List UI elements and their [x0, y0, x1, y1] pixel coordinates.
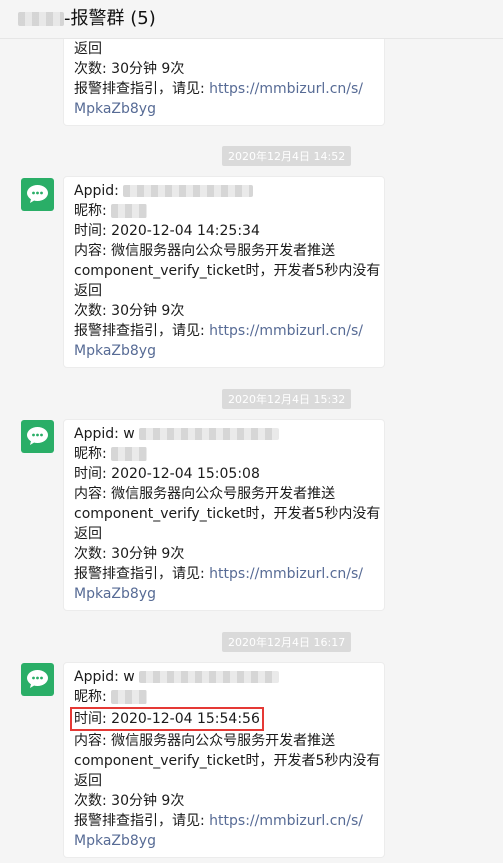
- content-line: 内容: 微信服务器向公众号服务开发者推送: [74, 486, 336, 502]
- content-line: component_verify_ticket时，开发者5秒内没有: [74, 753, 381, 769]
- message-bubble-partial[interactable]: 返回 次数: 30分钟 9次 报警排查指引，请见: https://mmbizu…: [63, 34, 385, 126]
- content-line: 返回: [74, 526, 102, 542]
- guide-link[interactable]: https://mmbizurl.cn/s/: [209, 566, 363, 582]
- wechat-logo-icon: [27, 185, 48, 203]
- guide-link-cont[interactable]: MpkaZb8yg: [74, 833, 156, 849]
- timestamp-badge: 2020年12月4日 14:52: [222, 146, 352, 166]
- appid-line: Appid: w: [74, 667, 378, 687]
- time-line: 时间: 2020-12-04 14:25:34: [74, 223, 260, 239]
- sender-avatar[interactable]: [21, 663, 54, 696]
- content-line: 内容: 微信服务器向公众号服务开发者推送: [74, 243, 336, 259]
- time-line-highlighted: 时间: 2020-12-04 15:54:56: [70, 707, 378, 731]
- message-bubble[interactable]: Appid: 昵称: 时间: 2020-12-04 14:25:34 内容: 微…: [63, 176, 385, 368]
- guide-line: 报警排查指引，请见: https://mmbizurl.cn/s/: [74, 566, 364, 582]
- guide-link[interactable]: https://mmbizurl.cn/s/: [209, 81, 363, 97]
- message-guide: 报警排查指引，请见: https://mmbizurl.cn/s/: [74, 81, 364, 97]
- chat-title[interactable]: -报警群 (5): [18, 4, 156, 30]
- content-line: 返回: [74, 773, 102, 789]
- guide-line: 报警排查指引，请见: https://mmbizurl.cn/s/: [74, 813, 364, 829]
- guide-link[interactable]: https://mmbizurl.cn/s/: [209, 323, 363, 339]
- sender-avatar[interactable]: [21, 420, 54, 453]
- highlight-box: 时间: 2020-12-04 15:54:56: [70, 707, 264, 731]
- timestamp-badge: 2020年12月4日 16:17: [222, 632, 352, 652]
- content-line: 返回: [74, 283, 102, 299]
- redacted-appid: [139, 671, 280, 683]
- appid-line: Appid:: [74, 181, 378, 201]
- redacted-appid: [123, 185, 254, 197]
- guide-line: 报警排查指引，请见: https://mmbizurl.cn/s/: [74, 323, 364, 339]
- nickname-line: 昵称:: [74, 444, 378, 464]
- redacted-nickname: [111, 204, 148, 218]
- content-line: component_verify_ticket时，开发者5秒内没有: [74, 263, 381, 279]
- chat-header: -报警群 (5): [0, 0, 503, 39]
- count-line: 次数: 30分钟 9次: [74, 303, 185, 319]
- nickname-line: 昵称:: [74, 687, 378, 707]
- wechat-logo-icon: [27, 427, 48, 445]
- nickname-line: 昵称:: [74, 201, 378, 221]
- message-bubble[interactable]: Appid: w 昵称: 时间: 2020-12-04 15:05:08 内容:…: [63, 419, 385, 611]
- redacted-nickname: [111, 690, 148, 704]
- redacted-appid: [139, 428, 280, 440]
- sender-avatar[interactable]: [21, 178, 54, 211]
- content-line: 内容: 微信服务器向公众号服务开发者推送: [74, 733, 336, 749]
- guide-link-cont[interactable]: MpkaZb8yg: [74, 343, 156, 359]
- wechat-logo-icon: [27, 670, 48, 688]
- message-bubble[interactable]: Appid: w 昵称: 时间: 2020-12-04 15:54:56 内容:…: [63, 662, 385, 858]
- appid-line: Appid: w: [74, 424, 378, 444]
- count-line: 次数: 30分钟 9次: [74, 793, 185, 809]
- time-line: 时间: 2020-12-04 15:05:08: [74, 466, 260, 482]
- guide-link-cont[interactable]: MpkaZb8yg: [74, 101, 156, 117]
- redacted-nickname: [111, 447, 148, 461]
- content-line: component_verify_ticket时，开发者5秒内没有: [74, 506, 381, 522]
- message-count: 次数: 30分钟 9次: [74, 61, 185, 77]
- timestamp-badge: 2020年12月4日 15:32: [222, 389, 352, 409]
- message-text: 返回: [74, 41, 102, 57]
- redacted-group-name: [18, 12, 64, 26]
- guide-link[interactable]: https://mmbizurl.cn/s/: [209, 813, 363, 829]
- count-line: 次数: 30分钟 9次: [74, 546, 185, 562]
- guide-link-cont[interactable]: MpkaZb8yg: [74, 586, 156, 602]
